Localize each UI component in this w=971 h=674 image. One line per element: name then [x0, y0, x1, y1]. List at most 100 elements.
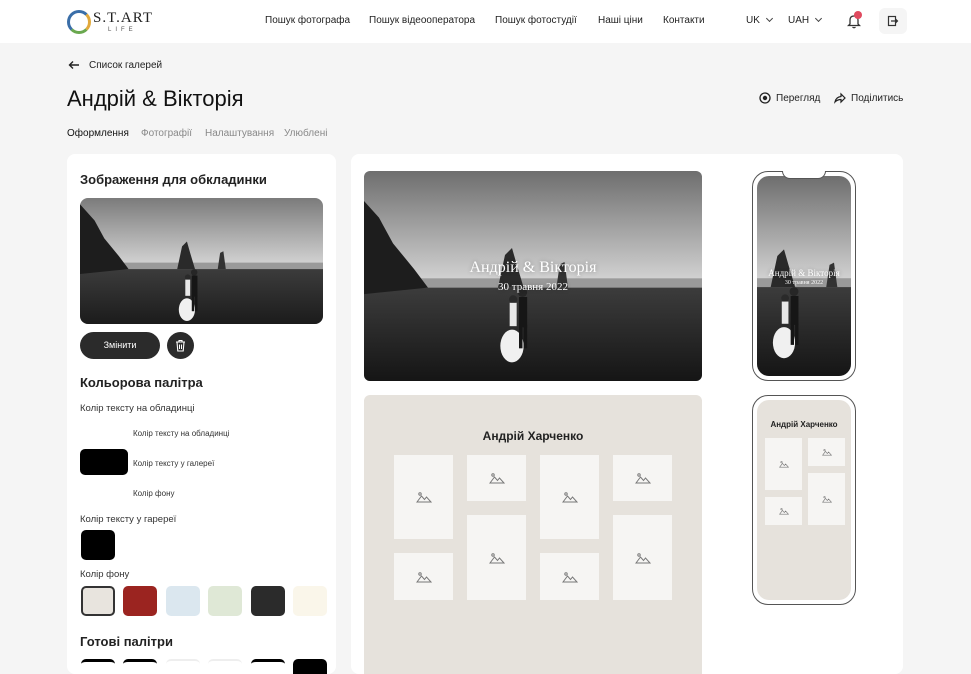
- notification-dot: [854, 11, 862, 19]
- tab-photos[interactable]: Фотографії: [141, 128, 192, 139]
- image-placeholder-icon: [489, 552, 505, 564]
- image-placeholder-icon: [822, 448, 832, 456]
- share-button[interactable]: Поділитись: [834, 92, 904, 104]
- nav-find-photographer[interactable]: Пошук фотографа: [265, 15, 350, 26]
- option-background[interactable]: Колір фону: [133, 489, 175, 498]
- cover-image: [80, 198, 323, 324]
- bg-swatch-dark[interactable]: [251, 586, 285, 616]
- bg-swatch-cream[interactable]: [293, 586, 327, 616]
- bg-swatch-beige[interactable]: [81, 586, 115, 616]
- logo-subtext: LIFE: [108, 27, 137, 33]
- option-gallery-text[interactable]: Колір тексту у галереї: [133, 459, 214, 468]
- logo-text[interactable]: S.T.ART: [93, 10, 153, 27]
- trash-icon: [176, 339, 185, 352]
- language-value: UK: [746, 15, 760, 26]
- gallery-text-color-swatch[interactable]: [80, 449, 128, 475]
- color-palette-heading: Кольорова палітра: [80, 375, 203, 390]
- image-placeholder-icon: [562, 571, 578, 583]
- share-icon: [834, 92, 846, 104]
- mobile-gallery-thumb: [765, 497, 802, 525]
- mobile-gallery-screen: Андрій Харченко: [757, 400, 851, 600]
- bg-swatch-light-green[interactable]: [208, 586, 242, 616]
- nav-find-videographer[interactable]: Пошук відеооператора: [369, 15, 475, 26]
- chevron-down-icon: [815, 14, 823, 23]
- mobile-cover-preview: Андрій & Вікторія 30 травня 2022: [752, 171, 856, 381]
- image-placeholder-icon: [416, 491, 432, 503]
- arrow-left-icon[interactable]: [68, 60, 80, 70]
- logout-button[interactable]: [879, 8, 907, 34]
- image-placeholder-icon: [489, 472, 505, 484]
- option-cover-text[interactable]: Колір тексту на обладинці: [133, 429, 229, 438]
- desktop-cover-preview: Андрій & Вікторія 30 травня 2022: [364, 171, 702, 381]
- image-placeholder-icon: [779, 460, 789, 468]
- logout-icon: [887, 15, 899, 27]
- image-placeholder-icon: [779, 507, 789, 515]
- mobile-cover-title: Андрій & Вікторія: [768, 268, 840, 278]
- ready-palette-1[interactable]: [81, 659, 115, 674]
- bg-swatch-light-blue[interactable]: [166, 586, 200, 616]
- design-settings-panel: Зображення для обкладинки Змінити Кольор…: [67, 154, 336, 674]
- change-cover-button[interactable]: Змінити: [80, 332, 160, 359]
- ready-palette-2[interactable]: [123, 659, 157, 674]
- currency-value: UAH: [788, 15, 810, 26]
- gallery-text-swatch-white[interactable]: [123, 530, 157, 560]
- mobile-gallery-thumb: [765, 438, 802, 490]
- desktop-gallery-title: Андрій Харченко: [482, 429, 584, 443]
- share-label: Поділитись: [851, 93, 904, 104]
- gallery-thumb: [394, 455, 453, 539]
- top-header: S.T.ART LIFE Пошук фотографа Пошук відео…: [0, 0, 971, 43]
- image-placeholder-icon: [562, 491, 578, 503]
- ready-palette-5[interactable]: [251, 659, 285, 674]
- background-color-label: Колір фону: [80, 569, 130, 580]
- nav-prices[interactable]: Наші ціни: [598, 15, 643, 26]
- eye-icon: [759, 92, 771, 104]
- cover-text-color-swatch[interactable]: [80, 419, 128, 445]
- image-placeholder-icon: [822, 495, 832, 503]
- page-title: Андрій & Вікторія: [67, 86, 244, 111]
- gallery-thumb: [467, 455, 526, 501]
- nav-find-studio[interactable]: Пошук фотостудії: [495, 15, 577, 26]
- mobile-cover-screen: Андрій & Вікторія 30 травня 2022: [757, 176, 851, 376]
- background-color-swatch[interactable]: [80, 479, 128, 505]
- preview-label: Перегляд: [776, 93, 821, 104]
- tab-design[interactable]: Оформлення: [67, 128, 129, 139]
- tab-settings[interactable]: Налаштування: [205, 128, 274, 139]
- ready-palette-6[interactable]: [293, 659, 327, 674]
- image-placeholder-icon: [416, 571, 432, 583]
- desktop-cover-title: Андрій & Вікторія: [469, 259, 597, 276]
- gallery-text-swatch-black[interactable]: [81, 530, 115, 560]
- image-placeholder-icon: [635, 552, 651, 564]
- mobile-gallery-thumb: [808, 438, 845, 466]
- cover-text-color-label: Колір тексту на обладинці: [80, 403, 195, 414]
- ready-palette-4[interactable]: [208, 659, 242, 674]
- cover-photo: [80, 198, 323, 324]
- image-placeholder-icon: [635, 472, 651, 484]
- chevron-down-icon: [765, 14, 773, 23]
- gallery-thumb: [613, 515, 672, 600]
- ready-palette-3[interactable]: [166, 659, 200, 674]
- delete-cover-button[interactable]: [167, 332, 194, 359]
- phone-notch: [782, 171, 826, 179]
- gallery-thumb: [540, 553, 599, 600]
- cover-image-heading: Зображення для обкладинки: [80, 172, 267, 187]
- nav-contacts[interactable]: Контакти: [663, 15, 705, 26]
- gallery-thumb: [394, 553, 453, 600]
- tab-favorites[interactable]: Улюблені: [284, 128, 327, 139]
- mobile-gallery-title: Андрій Харченко: [770, 420, 838, 429]
- gallery-thumb: [540, 455, 599, 539]
- mobile-gallery-thumb: [808, 473, 845, 525]
- gallery-thumb: [467, 515, 526, 600]
- gallery-text-color-label: Колір тексту у гаререї: [80, 514, 177, 525]
- language-select[interactable]: UK: [746, 14, 773, 26]
- currency-select[interactable]: UAH: [788, 14, 823, 26]
- preview-button[interactable]: Перегляд: [759, 92, 821, 104]
- bg-swatch-red[interactable]: [123, 586, 157, 616]
- desktop-cover-date: 30 травня 2022: [498, 281, 568, 293]
- logo-icon[interactable]: [67, 10, 91, 34]
- mobile-cover-date: 30 травня 2022: [784, 280, 824, 286]
- gallery-thumb: [613, 455, 672, 501]
- mobile-gallery-preview: Андрій Харченко: [752, 395, 856, 605]
- desktop-gallery-preview: Андрій Харченко: [364, 395, 702, 674]
- back-to-galleries-link[interactable]: Список галерей: [89, 60, 162, 71]
- ready-palettes-heading: Готові палітри: [80, 634, 173, 649]
